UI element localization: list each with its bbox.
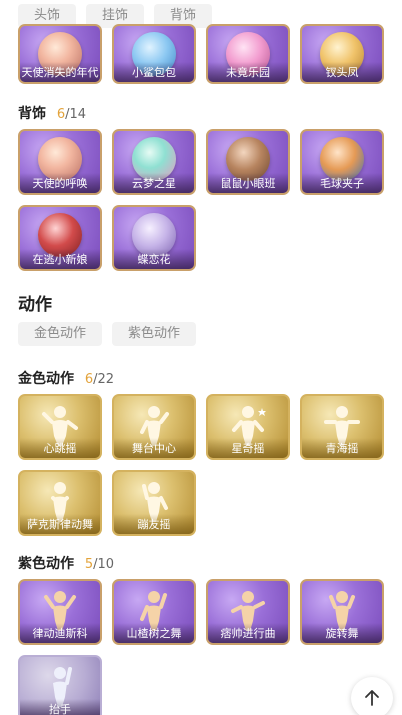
tile-label: 蝶恋花 bbox=[114, 249, 194, 269]
tile-label: 星奇摇 bbox=[208, 438, 288, 458]
chip-gold-actions[interactable]: 金色动作 bbox=[18, 322, 103, 346]
tile-label: 律动迪斯科 bbox=[20, 623, 100, 643]
back-accessory-grid: 天使的呼唤 云梦之星 鼠鼠小眼班 毛球夹子 在逃小新娘 蝶恋花 bbox=[18, 129, 384, 271]
purple-actions-section-title: 紫色动作 5/10 bbox=[18, 553, 114, 573]
accessory-tile[interactable]: 钗头凤 bbox=[300, 24, 384, 84]
back-accessory-tile[interactable]: 天使的呼唤 bbox=[18, 129, 102, 195]
accessory-tile[interactable]: 天使消失的年代 bbox=[18, 24, 102, 84]
purple-action-tile[interactable]: 抬手 bbox=[18, 655, 102, 715]
tile-label: 山楂树之舞 bbox=[114, 623, 194, 643]
back-accessory-tile[interactable]: 鼠鼠小眼班 bbox=[206, 129, 290, 195]
tile-label: 心跳摇 bbox=[20, 438, 100, 458]
tile-label: 蹦友摇 bbox=[114, 514, 194, 534]
back-accessory-tile[interactable]: 毛球夹子 bbox=[300, 129, 384, 195]
collection-page: 头饰 挂饰 背饰 天使消失的年代 小鲨包包 未竟乐园 钗头凤 背饰 6/14 天… bbox=[0, 0, 402, 715]
tile-label: 云梦之星 bbox=[114, 173, 194, 193]
purple-action-tile[interactable]: 山楂树之舞 bbox=[112, 579, 196, 645]
section-title-text: 背饰 bbox=[18, 106, 46, 122]
tile-label: 未竟乐园 bbox=[208, 62, 288, 82]
accessory-tile[interactable]: 小鲨包包 bbox=[112, 24, 196, 84]
back-accessory-tile[interactable]: 蝶恋花 bbox=[112, 205, 196, 271]
chip-purple-actions[interactable]: 紫色动作 bbox=[112, 322, 197, 346]
accessory-grid-top: 天使消失的年代 小鲨包包 未竟乐园 钗头凤 bbox=[18, 24, 384, 84]
owned-count: 6 bbox=[84, 372, 94, 387]
tile-label: 钗头凤 bbox=[302, 62, 382, 82]
back-accessory-tile[interactable]: 云梦之星 bbox=[112, 129, 196, 195]
gold-actions-section-title: 金色动作 6/22 bbox=[18, 368, 114, 388]
tile-label: 天使的呼唤 bbox=[20, 173, 100, 193]
purple-action-tile[interactable]: 旋转舞 bbox=[300, 579, 384, 645]
section-title-text: 金色动作 bbox=[18, 371, 74, 387]
accessory-tile[interactable]: 未竟乐园 bbox=[206, 24, 290, 84]
tile-label: 天使消失的年代 bbox=[20, 62, 100, 82]
gold-action-tile[interactable]: 星奇摇 bbox=[206, 394, 290, 460]
actions-heading: 动作 bbox=[18, 295, 52, 315]
tile-label: 舞台中心 bbox=[114, 438, 194, 458]
collection-count: 6/22 bbox=[85, 372, 114, 387]
tile-label: 青海摇 bbox=[302, 438, 382, 458]
collection-count: 5/10 bbox=[85, 557, 114, 572]
owned-count: 5 bbox=[84, 557, 94, 572]
back-accessory-section-title: 背饰 6/14 bbox=[18, 103, 86, 123]
gold-action-tile[interactable]: 心跳摇 bbox=[18, 394, 102, 460]
tile-label: 旋转舞 bbox=[302, 623, 382, 643]
tile-label: 抬手 bbox=[20, 699, 100, 715]
purple-action-tile[interactable]: 律动迪斯科 bbox=[18, 579, 102, 645]
total-count: /22 bbox=[93, 372, 115, 387]
tile-label: 鼠鼠小眼班 bbox=[208, 173, 288, 193]
owned-count: 6 bbox=[56, 107, 66, 122]
total-count: /14 bbox=[65, 107, 87, 122]
purple-actions-grid: 律动迪斯科 山楂树之舞 痞帅进行曲 旋转舞 抬手 bbox=[18, 579, 384, 715]
collection-count: 6/14 bbox=[57, 107, 86, 122]
tile-label: 小鲨包包 bbox=[114, 62, 194, 82]
total-count: /10 bbox=[93, 557, 115, 572]
action-category-chips: 金色动作 紫色动作 bbox=[18, 322, 197, 346]
section-title-text: 紫色动作 bbox=[18, 556, 74, 572]
back-accessory-tile[interactable]: 在逃小新娘 bbox=[18, 205, 102, 271]
gold-action-tile[interactable]: 舞台中心 bbox=[112, 394, 196, 460]
tile-label: 萨克斯律动舞 bbox=[20, 514, 100, 534]
arrow-up-icon bbox=[365, 690, 379, 706]
purple-action-tile[interactable]: 痞帅进行曲 bbox=[206, 579, 290, 645]
gold-action-tile[interactable]: 蹦友摇 bbox=[112, 470, 196, 536]
tile-label: 痞帅进行曲 bbox=[208, 623, 288, 643]
scroll-to-top-button[interactable] bbox=[351, 677, 393, 715]
tile-label: 在逃小新娘 bbox=[20, 249, 100, 269]
gold-action-tile[interactable]: 青海摇 bbox=[300, 394, 384, 460]
gold-actions-grid: 心跳摇 舞台中心 星奇摇 青海摇 萨克斯律动舞 蹦友摇 bbox=[18, 394, 384, 536]
tile-label: 毛球夹子 bbox=[302, 173, 382, 193]
gold-action-tile[interactable]: 萨克斯律动舞 bbox=[18, 470, 102, 536]
